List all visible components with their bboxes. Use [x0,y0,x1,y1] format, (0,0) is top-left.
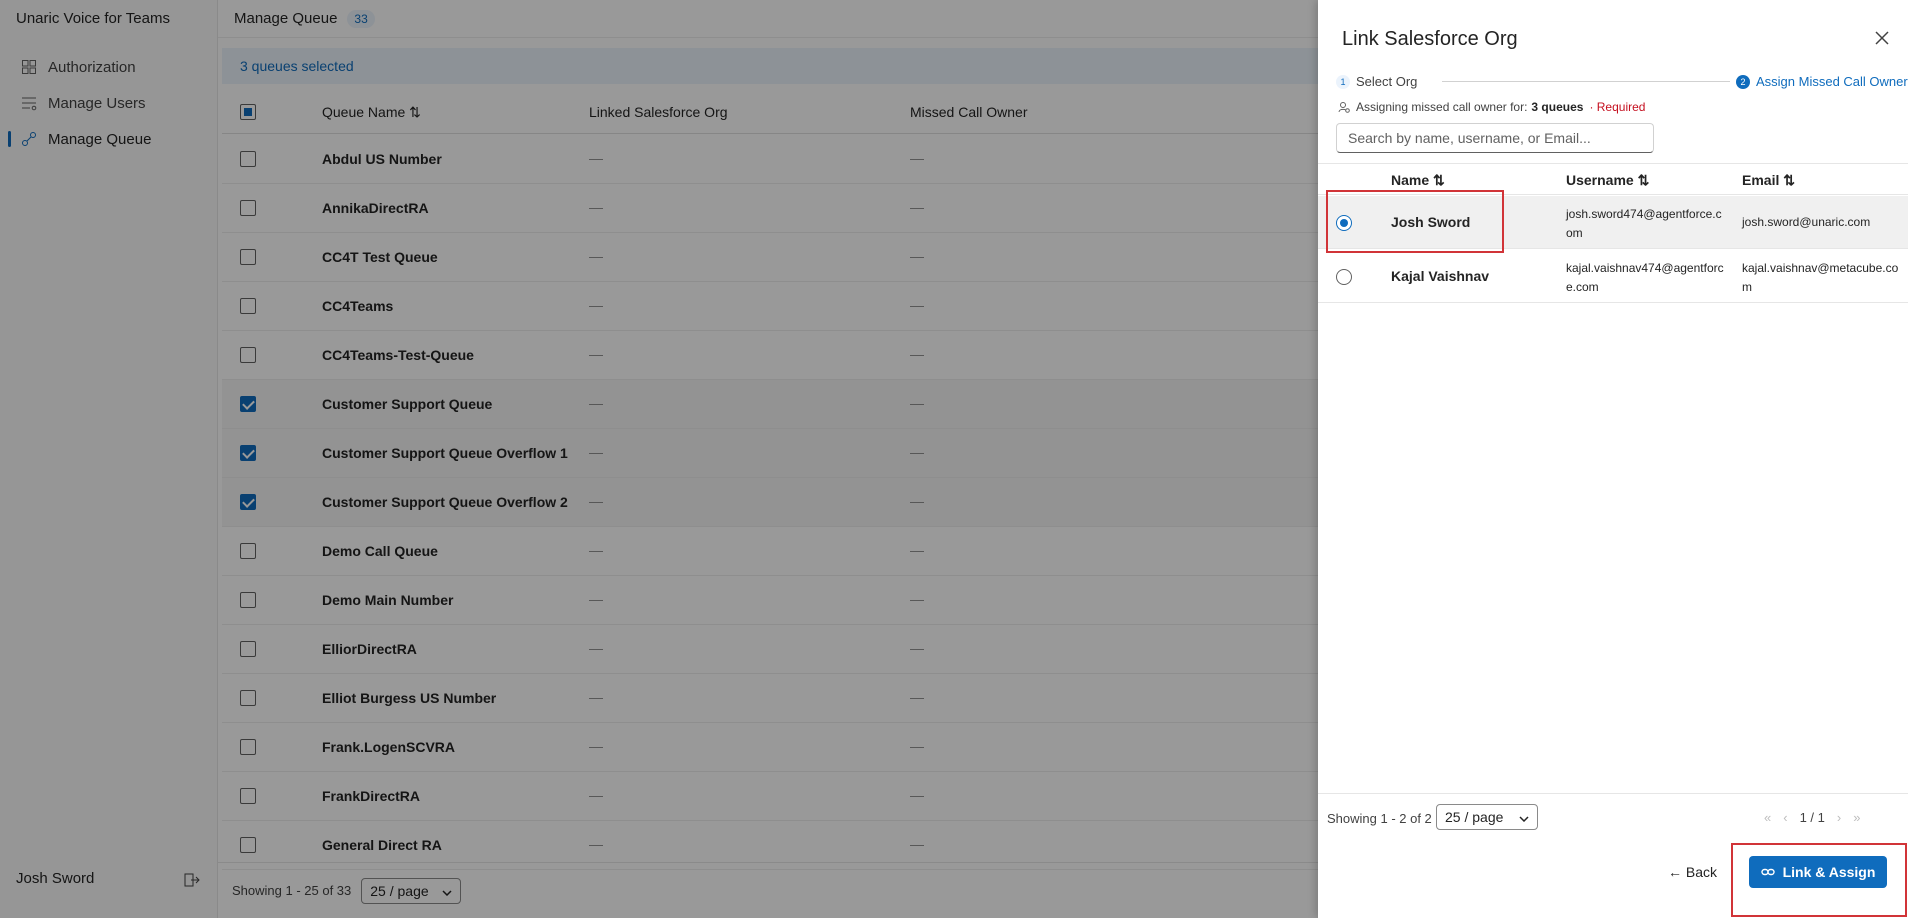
column-header-username[interactable]: Username ⇅ [1566,172,1649,189]
step-number: 1 [1336,74,1350,89]
first-page-icon[interactable]: « [1764,810,1771,825]
user-name: Kajal Vaishnav [1391,268,1490,284]
highlight-box [1326,190,1504,253]
drawer-footer-divider [1318,793,1908,794]
assigning-prefix: Assigning missed call owner for: [1356,100,1528,114]
user-email: josh.sword@unaric.com [1742,215,1871,229]
page-indicator: 1 / 1 [1799,810,1825,825]
step-number: 2 [1736,74,1750,89]
user-email: kajal.vaishnav@metacube.com [1742,261,1899,294]
modal-backdrop[interactable] [0,0,1318,918]
column-header-email[interactable]: Email ⇅ [1742,172,1795,189]
last-page-icon[interactable]: » [1853,810,1860,825]
user-row[interactable]: Kajal Vaishnav kajal.vaishnav474@agentfo… [1318,250,1908,303]
users-pagination-info: Showing 1 - 2 of 2 [1327,811,1432,826]
drawer-title: Link Salesforce Org [1342,28,1518,50]
people-icon [1338,101,1350,113]
step-select-org[interactable]: 1 Select Org [1336,74,1417,89]
user-username: josh.sword474@agentforce.com [1566,207,1722,240]
users-page-size-select[interactable]: 25 / page [1436,804,1538,830]
next-page-icon[interactable]: › [1837,810,1841,825]
user-radio[interactable] [1336,269,1352,285]
chevron-down-icon [1519,809,1529,825]
step-assign-owner: 2 Assign Missed Call Owner [1736,74,1908,89]
assigning-info: Assigning missed call owner for: 3 queue… [1338,100,1645,114]
pagination-controls: « ‹ 1 / 1 › » [1758,810,1866,825]
step-label: Assign Missed Call Owner [1756,74,1908,89]
step-label: Select Org [1356,74,1418,89]
back-button[interactable]: ← Back [1668,864,1717,880]
assigning-count: 3 queues [1531,100,1584,114]
prev-page-icon[interactable]: ‹ [1783,810,1787,825]
close-icon[interactable] [1874,30,1890,46]
user-username: kajal.vaishnav474@agentforce.com [1566,261,1724,294]
step-connector [1442,81,1730,82]
user-search-input[interactable] [1336,123,1654,153]
highlight-box [1731,843,1907,917]
link-salesforce-drawer: Link Salesforce Org 1 Select Org 2 Assig… [1318,0,1908,918]
column-header-name[interactable]: Name ⇅ [1391,172,1445,189]
required-indicator: · Required [1589,100,1646,114]
page-size-value: 25 / page [1445,809,1504,825]
